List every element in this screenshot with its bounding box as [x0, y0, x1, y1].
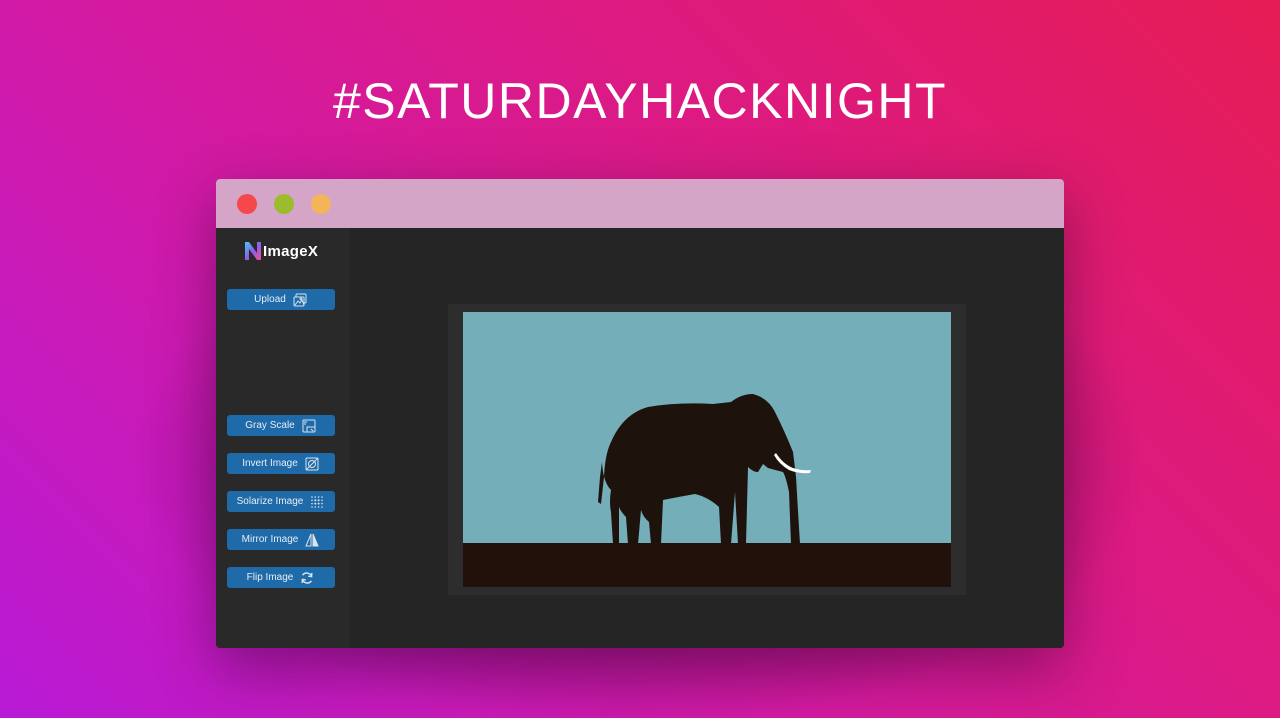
flip-image-label: Flip Image — [246, 572, 294, 583]
mirror-image-button[interactable]: Mirror Image — [227, 529, 335, 550]
gray-scale-button[interactable]: Gray Scale — [227, 415, 335, 436]
app-logo: ImageX — [244, 240, 318, 262]
canvas-area — [350, 228, 1064, 648]
upload-button-label: Upload — [254, 294, 286, 305]
app-window: ImageX Upload Gray Scale Invert Image So… — [216, 179, 1064, 648]
image-preview[interactable] — [463, 312, 951, 587]
upload-image-icon — [292, 292, 308, 308]
page-headline: #SATURDAYHACKNIGHT — [332, 73, 948, 129]
upload-button[interactable]: Upload — [227, 289, 335, 310]
maximize-window-button[interactable] — [311, 194, 331, 214]
elephant-silhouette-image — [463, 312, 951, 587]
invert-icon — [304, 456, 320, 472]
mirror-icon — [304, 532, 320, 548]
solarize-image-button[interactable]: Solarize Image — [227, 491, 335, 512]
gray-scale-label: Gray Scale — [245, 420, 295, 431]
image-frame — [448, 304, 966, 595]
app-name: ImageX — [263, 242, 319, 260]
minimize-window-button[interactable] — [274, 194, 294, 214]
flip-icon — [299, 570, 315, 586]
close-window-button[interactable] — [237, 194, 257, 214]
grayscale-icon — [301, 418, 317, 434]
window-titlebar — [216, 179, 1064, 228]
solarize-image-label: Solarize Image — [236, 496, 304, 507]
invert-image-button[interactable]: Invert Image — [227, 453, 335, 474]
sidebar: ImageX Upload Gray Scale Invert Image So… — [216, 228, 350, 648]
flip-image-button[interactable]: Flip Image — [227, 567, 335, 588]
invert-image-label: Invert Image — [242, 458, 298, 469]
mirror-image-label: Mirror Image — [241, 534, 299, 545]
solarize-icon — [309, 494, 325, 510]
imagex-logo-icon — [244, 241, 262, 261]
